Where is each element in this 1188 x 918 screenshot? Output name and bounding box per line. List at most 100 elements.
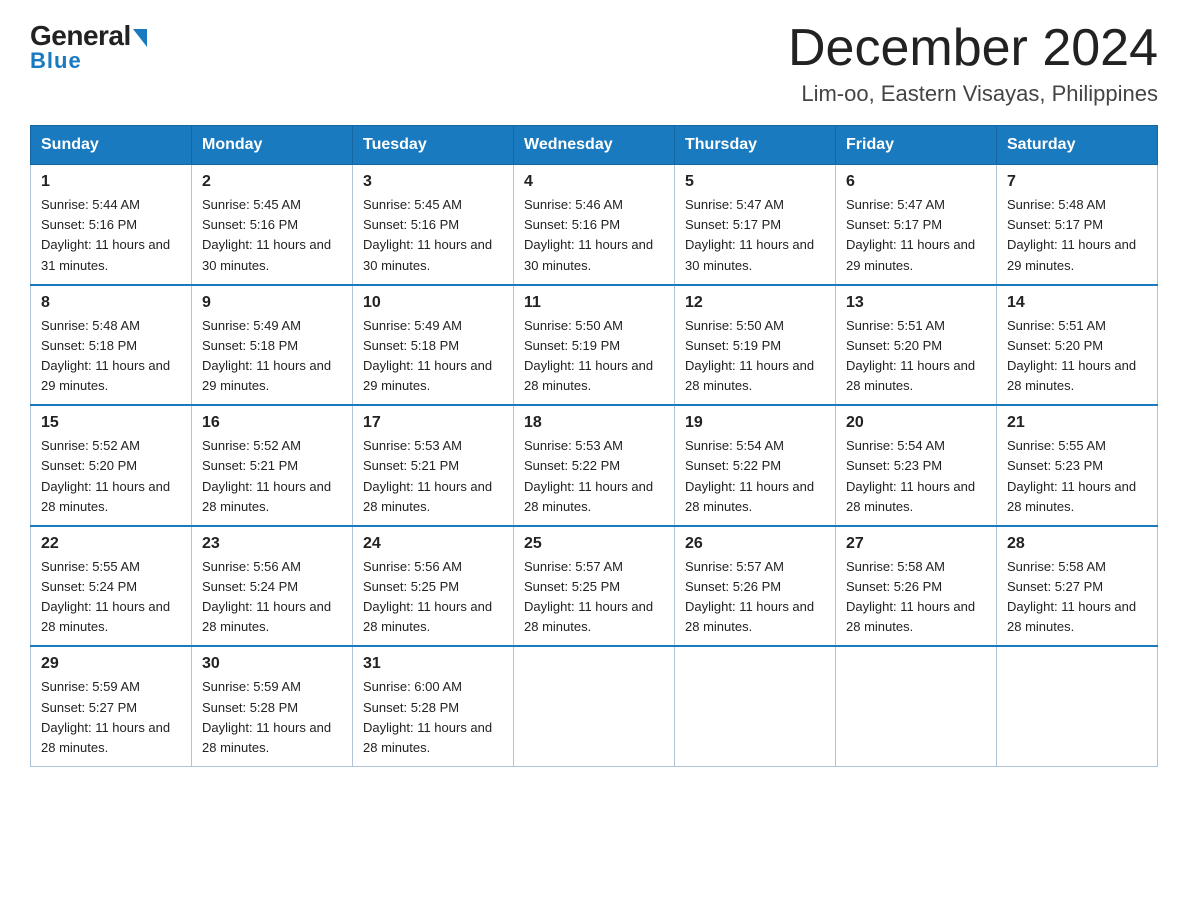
day-number: 19 [685,414,825,432]
calendar-cell: 22 Sunrise: 5:55 AM Sunset: 5:24 PM Dayl… [31,526,192,647]
day-info: Sunrise: 5:50 AM Sunset: 5:19 PM Dayligh… [685,316,825,397]
day-info: Sunrise: 5:52 AM Sunset: 5:20 PM Dayligh… [41,436,181,517]
day-number: 8 [41,294,181,312]
day-info: Sunrise: 5:47 AM Sunset: 5:17 PM Dayligh… [846,195,986,276]
day-number: 4 [524,173,664,191]
calendar-week-3: 15 Sunrise: 5:52 AM Sunset: 5:20 PM Dayl… [31,405,1158,526]
calendar-table: SundayMondayTuesdayWednesdayThursdayFrid… [30,125,1158,767]
day-number: 17 [363,414,503,432]
calendar-week-2: 8 Sunrise: 5:48 AM Sunset: 5:18 PM Dayli… [31,285,1158,406]
calendar-week-4: 22 Sunrise: 5:55 AM Sunset: 5:24 PM Dayl… [31,526,1158,647]
title-block: December 2024 Lim-oo, Eastern Visayas, P… [788,20,1158,107]
day-number: 20 [846,414,986,432]
day-info: Sunrise: 5:54 AM Sunset: 5:23 PM Dayligh… [846,436,986,517]
day-info: Sunrise: 5:48 AM Sunset: 5:17 PM Dayligh… [1007,195,1147,276]
calendar-cell: 12 Sunrise: 5:50 AM Sunset: 5:19 PM Dayl… [675,285,836,406]
calendar-cell: 24 Sunrise: 5:56 AM Sunset: 5:25 PM Dayl… [353,526,514,647]
calendar-cell: 19 Sunrise: 5:54 AM Sunset: 5:22 PM Dayl… [675,405,836,526]
day-info: Sunrise: 5:44 AM Sunset: 5:16 PM Dayligh… [41,195,181,276]
weekday-header-thursday: Thursday [675,126,836,165]
day-info: Sunrise: 5:45 AM Sunset: 5:16 PM Dayligh… [202,195,342,276]
weekday-header-row: SundayMondayTuesdayWednesdayThursdayFrid… [31,126,1158,165]
day-info: Sunrise: 5:59 AM Sunset: 5:28 PM Dayligh… [202,677,342,758]
calendar-cell: 15 Sunrise: 5:52 AM Sunset: 5:20 PM Dayl… [31,405,192,526]
day-number: 25 [524,535,664,553]
day-info: Sunrise: 5:56 AM Sunset: 5:24 PM Dayligh… [202,557,342,638]
day-number: 16 [202,414,342,432]
weekday-header-wednesday: Wednesday [514,126,675,165]
logo: General Blue [30,20,147,74]
calendar-cell: 30 Sunrise: 5:59 AM Sunset: 5:28 PM Dayl… [192,646,353,766]
day-number: 23 [202,535,342,553]
calendar-cell: 17 Sunrise: 5:53 AM Sunset: 5:21 PM Dayl… [353,405,514,526]
day-info: Sunrise: 5:58 AM Sunset: 5:27 PM Dayligh… [1007,557,1147,638]
calendar-cell [675,646,836,766]
day-number: 3 [363,173,503,191]
calendar-cell: 4 Sunrise: 5:46 AM Sunset: 5:16 PM Dayli… [514,165,675,285]
calendar-cell: 3 Sunrise: 5:45 AM Sunset: 5:16 PM Dayli… [353,165,514,285]
day-info: Sunrise: 5:49 AM Sunset: 5:18 PM Dayligh… [363,316,503,397]
day-info: Sunrise: 5:56 AM Sunset: 5:25 PM Dayligh… [363,557,503,638]
month-title: December 2024 [788,20,1158,77]
day-number: 15 [41,414,181,432]
day-number: 9 [202,294,342,312]
page-header: General Blue December 2024 Lim-oo, Easte… [30,20,1158,107]
day-info: Sunrise: 5:53 AM Sunset: 5:22 PM Dayligh… [524,436,664,517]
day-number: 28 [1007,535,1147,553]
day-info: Sunrise: 5:52 AM Sunset: 5:21 PM Dayligh… [202,436,342,517]
calendar-cell: 26 Sunrise: 5:57 AM Sunset: 5:26 PM Dayl… [675,526,836,647]
calendar-cell: 6 Sunrise: 5:47 AM Sunset: 5:17 PM Dayli… [836,165,997,285]
weekday-header-saturday: Saturday [997,126,1158,165]
calendar-cell [997,646,1158,766]
day-number: 11 [524,294,664,312]
day-number: 24 [363,535,503,553]
calendar-cell: 10 Sunrise: 5:49 AM Sunset: 5:18 PM Dayl… [353,285,514,406]
weekday-header-friday: Friday [836,126,997,165]
calendar-cell [514,646,675,766]
day-info: Sunrise: 5:53 AM Sunset: 5:21 PM Dayligh… [363,436,503,517]
day-number: 12 [685,294,825,312]
calendar-cell: 9 Sunrise: 5:49 AM Sunset: 5:18 PM Dayli… [192,285,353,406]
logo-blue: Blue [30,48,82,74]
calendar-cell: 27 Sunrise: 5:58 AM Sunset: 5:26 PM Dayl… [836,526,997,647]
calendar-cell: 31 Sunrise: 6:00 AM Sunset: 5:28 PM Dayl… [353,646,514,766]
day-info: Sunrise: 5:55 AM Sunset: 5:23 PM Dayligh… [1007,436,1147,517]
day-number: 7 [1007,173,1147,191]
day-info: Sunrise: 5:46 AM Sunset: 5:16 PM Dayligh… [524,195,664,276]
calendar-cell: 18 Sunrise: 5:53 AM Sunset: 5:22 PM Dayl… [514,405,675,526]
weekday-header-monday: Monday [192,126,353,165]
day-info: Sunrise: 5:57 AM Sunset: 5:26 PM Dayligh… [685,557,825,638]
day-number: 26 [685,535,825,553]
calendar-cell: 28 Sunrise: 5:58 AM Sunset: 5:27 PM Dayl… [997,526,1158,647]
day-info: Sunrise: 5:58 AM Sunset: 5:26 PM Dayligh… [846,557,986,638]
calendar-cell: 13 Sunrise: 5:51 AM Sunset: 5:20 PM Dayl… [836,285,997,406]
day-number: 22 [41,535,181,553]
day-info: Sunrise: 5:59 AM Sunset: 5:27 PM Dayligh… [41,677,181,758]
day-info: Sunrise: 5:57 AM Sunset: 5:25 PM Dayligh… [524,557,664,638]
location-title: Lim-oo, Eastern Visayas, Philippines [788,81,1158,107]
day-number: 21 [1007,414,1147,432]
day-number: 1 [41,173,181,191]
day-number: 29 [41,655,181,673]
calendar-cell: 21 Sunrise: 5:55 AM Sunset: 5:23 PM Dayl… [997,405,1158,526]
day-info: Sunrise: 6:00 AM Sunset: 5:28 PM Dayligh… [363,677,503,758]
day-info: Sunrise: 5:55 AM Sunset: 5:24 PM Dayligh… [41,557,181,638]
calendar-cell: 25 Sunrise: 5:57 AM Sunset: 5:25 PM Dayl… [514,526,675,647]
calendar-cell: 1 Sunrise: 5:44 AM Sunset: 5:16 PM Dayli… [31,165,192,285]
calendar-cell: 2 Sunrise: 5:45 AM Sunset: 5:16 PM Dayli… [192,165,353,285]
day-number: 2 [202,173,342,191]
day-number: 10 [363,294,503,312]
calendar-cell: 20 Sunrise: 5:54 AM Sunset: 5:23 PM Dayl… [836,405,997,526]
day-info: Sunrise: 5:48 AM Sunset: 5:18 PM Dayligh… [41,316,181,397]
day-info: Sunrise: 5:51 AM Sunset: 5:20 PM Dayligh… [846,316,986,397]
day-number: 27 [846,535,986,553]
calendar-week-1: 1 Sunrise: 5:44 AM Sunset: 5:16 PM Dayli… [31,165,1158,285]
day-info: Sunrise: 5:47 AM Sunset: 5:17 PM Dayligh… [685,195,825,276]
day-number: 30 [202,655,342,673]
calendar-cell: 14 Sunrise: 5:51 AM Sunset: 5:20 PM Dayl… [997,285,1158,406]
day-info: Sunrise: 5:54 AM Sunset: 5:22 PM Dayligh… [685,436,825,517]
calendar-week-5: 29 Sunrise: 5:59 AM Sunset: 5:27 PM Dayl… [31,646,1158,766]
day-number: 14 [1007,294,1147,312]
calendar-cell: 23 Sunrise: 5:56 AM Sunset: 5:24 PM Dayl… [192,526,353,647]
calendar-cell: 8 Sunrise: 5:48 AM Sunset: 5:18 PM Dayli… [31,285,192,406]
